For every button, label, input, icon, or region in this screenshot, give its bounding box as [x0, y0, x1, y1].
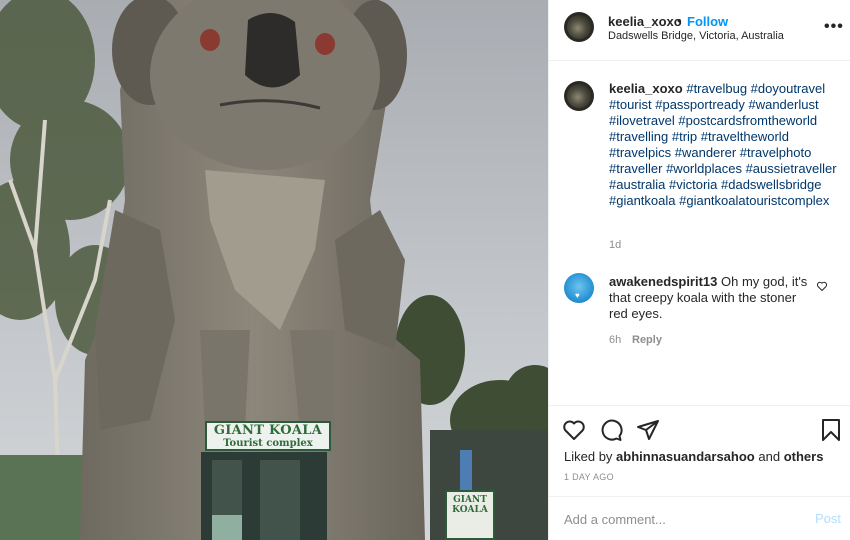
share-icon[interactable]: [636, 418, 660, 442]
small-sign-title: GIANT KOALA: [452, 495, 488, 515]
save-icon[interactable]: [819, 418, 843, 442]
add-comment-bar: Post: [549, 496, 850, 540]
post-date: 1 DAY AGO: [564, 472, 614, 482]
separator-dot: •: [677, 13, 682, 28]
caption-text: keelia_xoxo #travelbug #doyoutravel #tou…: [609, 81, 837, 209]
liked-by-line: Liked by abhinnasuandarsahoo and others: [564, 449, 823, 464]
giant-koala-sign: GIANT KOALA Tourist complex: [205, 421, 331, 451]
post-header: keelia_xoxo • Follow Dadswells Bridge, V…: [549, 0, 850, 61]
sign-title: GIANT KOALA: [213, 423, 323, 438]
comment-body: awakenedspirit13 Oh my god, it's that cr…: [609, 274, 809, 322]
reply-button[interactable]: Reply: [632, 334, 662, 346]
actions-divider: [549, 405, 850, 406]
liked-by-others[interactable]: others: [784, 449, 824, 464]
small-koala-sign: GIANT KOALA: [445, 490, 495, 540]
follow-button[interactable]: Follow: [687, 14, 728, 29]
heart-icon[interactable]: [816, 280, 828, 292]
liked-by-user[interactable]: abhinnasuandarsahoo: [616, 449, 755, 464]
like-icon[interactable]: [562, 418, 586, 442]
caption-timestamp: 1d: [609, 239, 622, 251]
caption-username[interactable]: keelia_xoxo: [609, 81, 683, 96]
comment-timestamp: 6h: [609, 334, 622, 346]
more-icon[interactable]: •••: [824, 18, 844, 36]
caption-hashtags[interactable]: #travelbug #doyoutravel #tourist #passpo…: [609, 81, 837, 208]
author-username[interactable]: keelia_xoxo: [608, 14, 682, 29]
author-avatar[interactable]: [564, 12, 594, 42]
commenter-username[interactable]: awakenedspirit13: [609, 274, 717, 289]
post-photo[interactable]: GIANT KOALA Tourist complex GIANT KOALA: [0, 0, 548, 540]
comment-icon[interactable]: [599, 418, 623, 442]
post-comment-button[interactable]: Post: [815, 511, 841, 526]
liked-by-middle: and: [758, 449, 781, 464]
location-link[interactable]: Dadswells Bridge, Victoria, Australia: [608, 30, 784, 42]
caption-avatar[interactable]: [564, 81, 594, 111]
liked-by-prefix: Liked by: [564, 449, 613, 464]
post-details-panel: keelia_xoxo • Follow Dadswells Bridge, V…: [548, 0, 850, 540]
sign-subtitle: Tourist complex: [223, 438, 313, 449]
giant-koala-scene: [0, 0, 548, 540]
commenter-avatar[interactable]: ♥: [564, 273, 594, 303]
comment-input[interactable]: [564, 509, 794, 529]
